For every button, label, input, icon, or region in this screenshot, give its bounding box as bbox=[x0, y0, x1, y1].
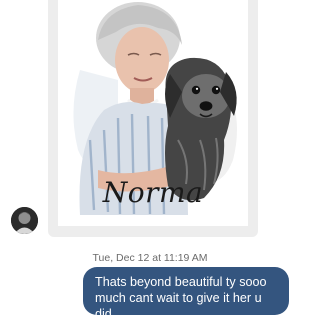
outgoing-message-bubble[interactable]: Thats beyond beautiful ty sooo much cant… bbox=[83, 267, 289, 321]
sender-avatar[interactable] bbox=[11, 207, 38, 234]
message-text: Thats beyond beautiful ty sooo much cant… bbox=[95, 275, 267, 321]
profile-photo-icon bbox=[11, 207, 38, 234]
artwork-name-signature: Norma bbox=[102, 176, 204, 209]
message-timestamp: Tue, Dec 12 at 11:19 AM bbox=[92, 252, 208, 264]
